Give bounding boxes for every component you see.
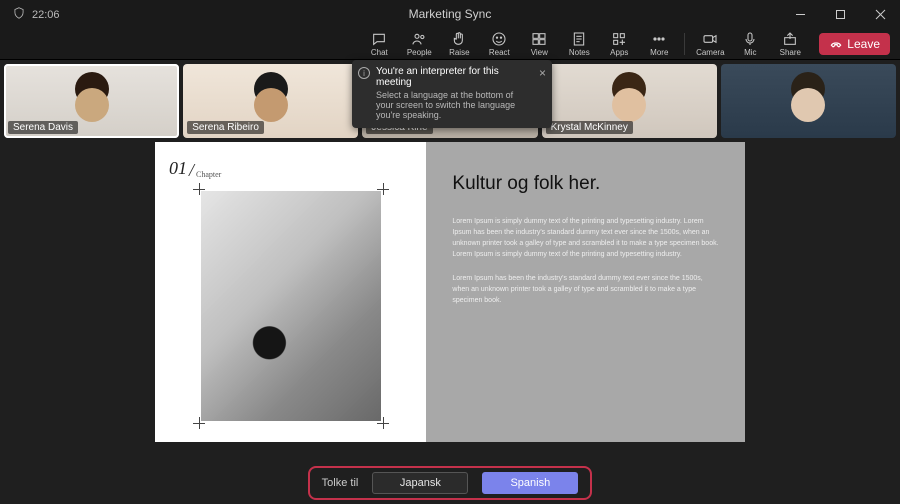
- slide-paragraph: Lorem Ipsum has been the industry's stan…: [452, 273, 719, 307]
- people-label: People: [407, 48, 432, 57]
- meeting-toolbar: Chat People Raise React View Notes Apps …: [0, 28, 900, 60]
- slide-paragraph: Lorem Ipsum is simply dummy text of the …: [452, 216, 719, 261]
- raise-button[interactable]: Raise: [440, 31, 478, 57]
- info-icon: i: [358, 67, 370, 79]
- interpret-to-label: Tolke til: [322, 477, 359, 489]
- chat-label: Chat: [371, 48, 388, 57]
- participant-tile[interactable]: Serena Davis: [4, 64, 179, 138]
- raise-hand-icon: [451, 31, 467, 47]
- mic-label: Mic: [744, 48, 756, 57]
- apps-label: Apps: [610, 48, 628, 57]
- participant-tile[interactable]: Serena Ribeiro: [183, 64, 358, 138]
- slide-heading: Kultur og folk her.: [452, 172, 719, 196]
- notes-label: Notes: [569, 48, 590, 57]
- view-icon: [531, 31, 547, 47]
- raise-label: Raise: [449, 48, 469, 57]
- presentation-slide: 01 / Chapter Kultur og folk her. Lorem I…: [155, 142, 745, 442]
- share-button[interactable]: Share: [771, 31, 809, 57]
- react-button[interactable]: React: [480, 31, 518, 57]
- chapter-label: Chapter: [196, 170, 221, 179]
- view-label: View: [531, 48, 548, 57]
- window-maximize[interactable]: [820, 0, 860, 28]
- view-button[interactable]: View: [520, 31, 558, 57]
- apps-icon: [611, 31, 627, 47]
- share-label: Share: [780, 48, 801, 57]
- window-minimize[interactable]: [780, 0, 820, 28]
- camera-button[interactable]: Camera: [691, 31, 729, 57]
- people-button[interactable]: People: [400, 31, 438, 57]
- mic-button[interactable]: Mic: [731, 31, 769, 57]
- window-close[interactable]: [860, 0, 900, 28]
- more-icon: [651, 31, 667, 47]
- react-label: React: [489, 48, 510, 57]
- shield-icon: [12, 6, 26, 23]
- interpreter-notification: i × You're an interpreter for this meeti…: [352, 60, 552, 128]
- chat-button[interactable]: Chat: [360, 31, 398, 57]
- leave-button[interactable]: Leave: [819, 33, 890, 55]
- notes-icon: [571, 31, 587, 47]
- notification-title: You're an interpreter for this meeting: [376, 66, 530, 88]
- chapter-number: 01: [169, 158, 187, 179]
- slide-image: [201, 191, 381, 421]
- leave-label: Leave: [847, 37, 880, 51]
- notes-button[interactable]: Notes: [560, 31, 598, 57]
- close-icon[interactable]: ×: [539, 66, 546, 80]
- interpreter-bar: Tolke til Japansk Spanish: [0, 462, 900, 504]
- participant-name: Krystal McKinney: [546, 121, 633, 134]
- camera-icon: [702, 31, 718, 47]
- participant-name: Serena Ribeiro: [187, 121, 264, 134]
- people-icon: [411, 31, 427, 47]
- mic-icon: [742, 31, 758, 47]
- more-button[interactable]: More: [640, 31, 678, 57]
- language-option-spanish[interactable]: Spanish: [482, 472, 578, 494]
- participant-tile[interactable]: Krystal McKinney: [542, 64, 717, 138]
- chat-icon: [371, 31, 387, 47]
- notification-body: Select a language at the bottom of your …: [376, 90, 530, 120]
- meeting-clock: 22:06: [32, 9, 60, 21]
- shared-content: 01 / Chapter Kultur og folk her. Lorem I…: [0, 142, 900, 462]
- camera-label: Camera: [696, 48, 724, 57]
- language-option-japansk[interactable]: Japansk: [372, 472, 468, 494]
- share-icon: [782, 31, 798, 47]
- participant-tile[interactable]: [721, 64, 896, 138]
- more-label: More: [650, 48, 668, 57]
- chapter-marker: 01 / Chapter: [169, 158, 412, 179]
- apps-button[interactable]: Apps: [600, 31, 638, 57]
- window-title: Marketing Sync: [409, 7, 492, 21]
- interpreter-highlight: Tolke til Japansk Spanish: [308, 466, 593, 500]
- participant-name: Serena Davis: [8, 121, 78, 134]
- react-icon: [491, 31, 507, 47]
